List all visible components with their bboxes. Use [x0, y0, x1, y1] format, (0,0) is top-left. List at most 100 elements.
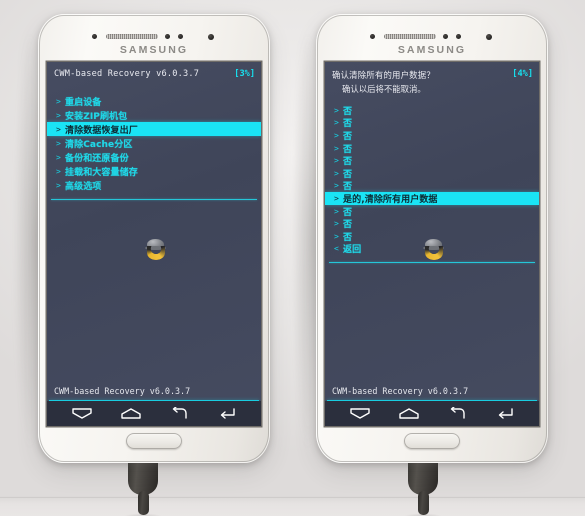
home-button[interactable]	[404, 433, 460, 449]
menu-item-label: 否	[343, 144, 353, 155]
back-icon[interactable]	[448, 407, 468, 420]
chevron-left-icon: <	[334, 244, 339, 254]
proximity-sensor-icon	[92, 34, 97, 39]
menu-item-label: 否	[343, 157, 353, 168]
left-navbar[interactable]	[47, 401, 261, 426]
left-battery-badge: [3%]	[234, 69, 255, 79]
home-icon[interactable]	[120, 407, 142, 420]
confirm-option-no[interactable]: > 否	[325, 104, 539, 117]
right-confirm-menu[interactable]: > 否 > 否 > 否 > 否 > 否 > 否 > 否 > 是的,清除所有用户数…	[325, 104, 539, 255]
chevron-right-icon: >	[334, 219, 339, 229]
left-recovery-title: CWM-based Recovery v6.0.3.7	[54, 69, 200, 79]
confirm-option-no[interactable]: > 否	[325, 129, 539, 142]
desk-seam-line	[0, 497, 585, 498]
earpiece-speaker-icon	[106, 34, 158, 39]
chevron-right-icon: >	[56, 110, 61, 120]
menu-item-label: 否	[343, 207, 353, 218]
confirm-option-no[interactable]: > 否	[325, 217, 539, 230]
menu-item-label: 否	[343, 119, 353, 130]
android-mascot-icon	[423, 238, 447, 262]
back-icon[interactable]	[170, 407, 190, 420]
left-recovery-menu[interactable]: > 重启设备 > 安装ZIP刷机包 > 清除数据恢复出厂 > 清除Cache分区…	[47, 94, 261, 192]
light-sensor-icon	[165, 34, 170, 39]
led-indicator-icon	[456, 34, 461, 39]
desk-seam	[0, 496, 585, 516]
mascot-body	[425, 246, 443, 260]
menu-item-label: 否	[343, 106, 353, 117]
samsung-logo: SAMSUNG	[397, 44, 467, 56]
menu-item-label: 否	[343, 232, 353, 243]
right-confirm-subtitle: 确认以后将不能取消。	[342, 84, 426, 94]
left-footer-status: CWM-based Recovery v6.0.3.7	[54, 386, 191, 396]
enter-icon[interactable]	[217, 407, 237, 420]
right-battery-badge: [4%]	[512, 69, 533, 79]
front-camera-icon	[208, 33, 214, 40]
left-phone-shadow	[14, 26, 40, 456]
android-mascot-icon	[145, 238, 169, 262]
menu-item-label: 是的,清除所有用户数据	[343, 194, 438, 205]
menu-icon[interactable]	[349, 407, 371, 420]
right-phone-screen[interactable]: 确认清除所有的用户数据？ [4%] 确认以后将不能取消。 > 否 > 否 > 否	[325, 62, 539, 426]
confirm-option-no[interactable]: > 否	[325, 205, 539, 218]
confirm-option-no[interactable]: > 否	[325, 180, 539, 192]
chevron-right-icon: >	[56, 166, 61, 176]
chevron-right-icon: >	[56, 180, 61, 190]
proximity-sensor-icon	[370, 34, 375, 39]
home-button[interactable]	[126, 433, 182, 449]
confirm-option-no[interactable]: > 否	[325, 117, 539, 130]
front-camera-icon	[486, 33, 492, 40]
left-phone: SAMSUNG CWM-based Recovery v6.0.3.7 [3%]…	[38, 14, 270, 463]
chevron-right-icon: >	[334, 181, 339, 191]
left-phone-top-bezel: SAMSUNG	[38, 14, 270, 66]
chevron-right-icon: >	[334, 130, 339, 140]
chevron-right-icon: >	[56, 96, 61, 106]
menu-item-label: 重启设备	[65, 97, 102, 108]
menu-item-backup-restore[interactable]: > 备份和还原备份	[47, 150, 261, 164]
menu-item-label: 否	[343, 131, 353, 142]
menu-icon[interactable]	[71, 407, 93, 420]
samsung-logo: SAMSUNG	[119, 44, 189, 56]
menu-item-advanced[interactable]: > 高级选项	[47, 178, 261, 192]
menu-item-wipe-data-factory-reset[interactable]: > 清除数据恢复出厂	[47, 122, 261, 136]
chevron-right-icon: >	[334, 105, 339, 115]
menu-item-install-zip[interactable]: > 安装ZIP刷机包	[47, 108, 261, 122]
left-phone-screen[interactable]: CWM-based Recovery v6.0.3.7 [3%] > 重启设备 …	[47, 62, 261, 426]
menu-item-label: 否	[343, 220, 353, 231]
chevron-right-icon: >	[334, 168, 339, 178]
confirm-option-yes-wipe-all-user-data[interactable]: > 是的,清除所有用户数据	[325, 192, 539, 205]
right-phone: SAMSUNG 确认清除所有的用户数据？ [4%] 确认以后将不能取消。 > 否…	[316, 14, 548, 463]
home-icon[interactable]	[398, 407, 420, 420]
left-phone-usb-cable	[122, 455, 164, 516]
right-footer-status: CWM-based Recovery v6.0.3.7	[332, 386, 469, 396]
enter-icon[interactable]	[495, 407, 515, 420]
right-confirm-header: 确认清除所有的用户数据？ [4%] 确认以后将不能取消。	[325, 66, 539, 102]
left-menu-divider	[51, 199, 257, 200]
chevron-right-icon: >	[334, 156, 339, 166]
menu-item-mounts-storage[interactable]: > 挂载和大容量储存	[47, 164, 261, 178]
right-phone-usb-cable	[402, 455, 444, 516]
right-navbar[interactable]	[325, 401, 539, 426]
menu-item-label: 返回	[343, 245, 362, 256]
menu-item-reboot[interactable]: > 重启设备	[47, 94, 261, 108]
confirm-option-no[interactable]: > 否	[325, 154, 539, 167]
chevron-right-icon: >	[334, 206, 339, 216]
menu-item-label: 安装ZIP刷机包	[65, 111, 128, 122]
chevron-right-icon: >	[56, 138, 61, 148]
usb-wire	[138, 491, 149, 515]
right-menu-divider	[329, 262, 535, 264]
chevron-right-icon: >	[334, 193, 339, 203]
right-phone-top-bezel: SAMSUNG	[316, 14, 548, 66]
chevron-right-icon: >	[334, 118, 339, 128]
confirm-option-no[interactable]: > 否	[325, 167, 539, 180]
menu-item-label: 挂载和大容量储存	[65, 167, 138, 178]
chevron-right-icon: >	[56, 152, 61, 162]
right-phone-shadow	[292, 26, 318, 456]
menu-item-label: 清除数据恢复出厂	[65, 125, 138, 136]
left-phone-bottom-bezel	[38, 426, 270, 463]
confirm-option-no[interactable]: > 否	[325, 142, 539, 155]
left-recovery-header: CWM-based Recovery v6.0.3.7 [3%]	[47, 66, 261, 88]
menu-item-label: 高级选项	[65, 181, 102, 192]
chevron-right-icon: >	[334, 143, 339, 153]
menu-item-label: 清除Cache分区	[65, 139, 133, 150]
menu-item-wipe-cache[interactable]: > 清除Cache分区	[47, 136, 261, 150]
